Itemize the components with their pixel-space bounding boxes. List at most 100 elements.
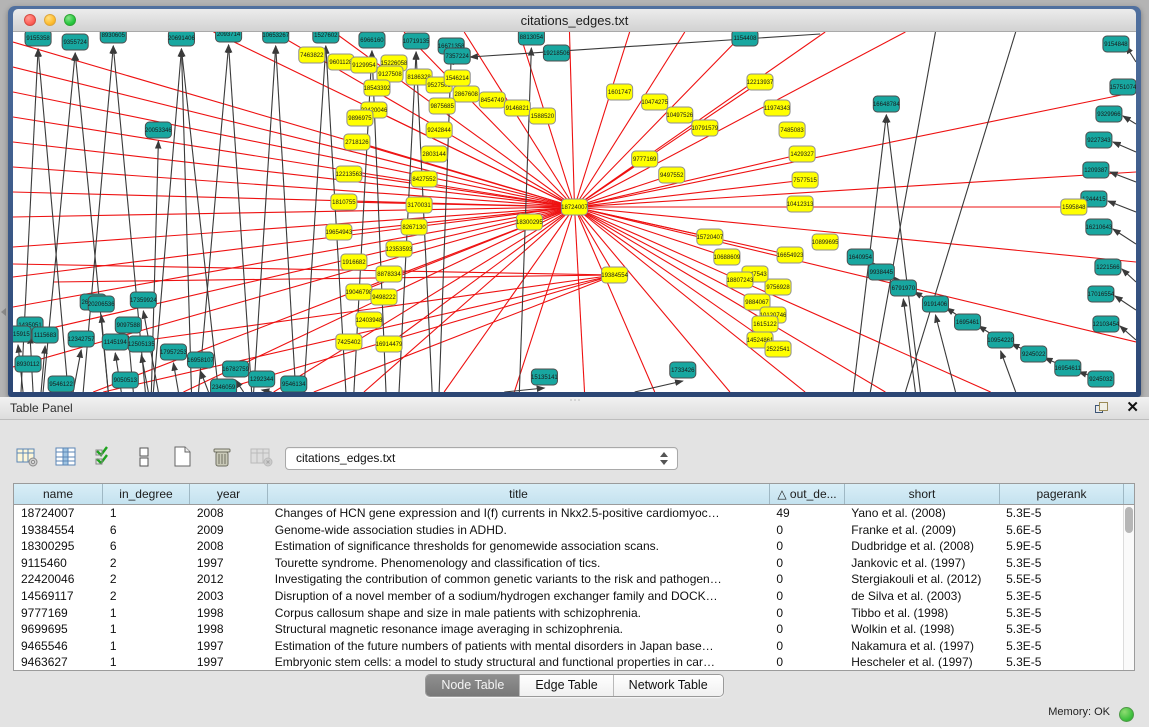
graph-edge[interactable] — [886, 115, 920, 392]
show-column-button[interactable] — [53, 444, 79, 470]
graph-edge[interactable] — [262, 390, 272, 392]
graph-edge[interactable] — [173, 363, 178, 392]
tab-node-table[interactable]: Node Table — [426, 675, 520, 696]
graph-edge[interactable] — [13, 207, 575, 277]
table-row[interactable]: 946362711997Embryonic stem cells: a mode… — [14, 654, 1123, 671]
minimize-window-icon[interactable] — [44, 14, 56, 26]
graph-edge[interactable] — [13, 92, 575, 207]
tab-network-table[interactable]: Network Table — [614, 675, 723, 696]
graph-node-label: 1601747 — [608, 90, 632, 96]
table-row[interactable]: 1456911722003Disruption of a novel membe… — [14, 588, 1123, 605]
graph-edge[interactable] — [575, 154, 803, 207]
graph-node-label: 9242844 — [427, 128, 451, 134]
delete-column-button[interactable] — [209, 444, 235, 470]
graph-edge[interactable] — [201, 371, 209, 392]
new-column-button[interactable] — [170, 444, 196, 470]
graph-node-label: 7463822 — [300, 53, 324, 59]
graph-edge[interactable] — [575, 32, 906, 207]
collapse-panel-arrow-icon[interactable] — [1, 308, 6, 316]
network-canvas-svg[interactable]: 9155358935572489306052069140620937141065… — [13, 32, 1136, 392]
graph-node-label: 9601128 — [329, 60, 353, 66]
tab-edge-table[interactable]: Edge Table — [520, 675, 613, 696]
graph-edge[interactable] — [276, 46, 296, 392]
zoom-window-icon[interactable] — [64, 14, 76, 26]
table-selector-dropdown[interactable]: citations_edges.txt — [285, 447, 678, 470]
graph-edge[interactable] — [935, 315, 955, 392]
graph-edge[interactable] — [41, 346, 45, 392]
graph-node-label: 20053346 — [145, 128, 172, 134]
graph-edge[interactable] — [1113, 142, 1136, 152]
graph-edge[interactable] — [575, 32, 630, 207]
graph-edge[interactable] — [1122, 269, 1136, 282]
column-header-out_de[interactable]: △ out_de... — [770, 484, 845, 504]
close-panel-icon[interactable]: ✕ — [1126, 401, 1139, 415]
column-header-name[interactable]: name — [14, 484, 103, 504]
table-row[interactable]: 946554611997Estimation of the future num… — [14, 638, 1123, 655]
graph-edge[interactable] — [13, 264, 615, 275]
table-header-row: namein_degreeyeartitle△ out_de...shortpa… — [14, 484, 1134, 505]
graph-edge[interactable] — [357, 142, 575, 207]
graph-edge[interactable] — [229, 45, 252, 392]
close-window-icon[interactable] — [24, 14, 36, 26]
column-header-title[interactable]: title — [268, 484, 770, 504]
graph-edge[interactable] — [153, 49, 181, 392]
column-header-short[interactable]: short — [845, 484, 1000, 504]
network-view-window: citations_edges.txt 91553589355724893060… — [8, 6, 1141, 397]
graph-edge[interactable] — [575, 207, 791, 255]
table-scrollbar[interactable] — [1123, 505, 1134, 670]
table-cell: 5.6E-5 — [999, 522, 1123, 539]
table-cell: 1 — [103, 505, 190, 522]
graph-node-label: 7357224 — [445, 54, 469, 60]
graph-edge[interactable] — [635, 381, 683, 392]
network-canvas[interactable]: 9155358935572489306052069140620937141065… — [13, 32, 1136, 392]
table-cell: 9777169 — [14, 605, 103, 622]
row-height-button[interactable] — [131, 444, 157, 470]
table-cell: de Silva et al. (2003) — [844, 588, 999, 605]
network-window-titlebar[interactable]: citations_edges.txt — [13, 9, 1136, 32]
column-header-year[interactable]: year — [190, 484, 268, 504]
graph-edge[interactable] — [575, 207, 585, 392]
memory-status-indicator[interactable] — [1119, 707, 1134, 722]
graph-edge[interactable] — [575, 207, 886, 392]
table-cell: 1997 — [190, 555, 268, 572]
graph-edge[interactable] — [13, 142, 575, 207]
graph-edge[interactable] — [101, 315, 108, 392]
scrollbar-thumb[interactable] — [1125, 507, 1133, 533]
column-header-in_degree[interactable]: in_degree — [103, 484, 190, 504]
graph-edge[interactable] — [1115, 296, 1136, 310]
table-row[interactable]: 1938455462009Genome-wide association stu… — [14, 522, 1123, 539]
table-cell: Yano et al. (2008) — [844, 505, 999, 522]
graph-edge[interactable] — [1113, 229, 1136, 244]
graph-edge[interactable] — [514, 207, 574, 392]
graph-edge[interactable] — [504, 388, 544, 392]
table-row[interactable]: 969969511998Structural magnetic resonanc… — [14, 621, 1123, 638]
table-settings-button[interactable] — [14, 444, 40, 470]
float-panel-icon[interactable] — [1095, 402, 1110, 415]
graph-edge[interactable] — [13, 67, 575, 207]
graph-edge[interactable] — [1001, 351, 1016, 392]
graph-edge[interactable] — [1120, 326, 1136, 340]
graph-edge[interactable] — [1123, 116, 1136, 124]
table-row[interactable]: 1830029562008Estimation of significance … — [14, 538, 1123, 555]
splitter-handle[interactable] — [569, 398, 581, 402]
table-row[interactable]: 2242004622012Investigating the contribut… — [14, 571, 1123, 588]
graph-node-label: 1154408 — [733, 36, 757, 42]
graph-edge[interactable] — [569, 32, 574, 207]
graph-edge[interactable] — [1110, 172, 1136, 182]
graph-edge[interactable] — [870, 32, 935, 392]
table-cell: 18300295 — [14, 538, 103, 555]
graph-edge[interactable] — [1108, 201, 1136, 212]
table-row[interactable]: 1872400712008Changes of HCN gene express… — [14, 505, 1123, 522]
table-row[interactable]: 911546021997Tourette syndrome. Phenomeno… — [14, 555, 1123, 572]
delete-table-button[interactable] — [248, 444, 274, 470]
graph-edge[interactable] — [13, 117, 575, 207]
graph-edge[interactable] — [304, 46, 326, 392]
graph-node-label: 8427552 — [412, 177, 436, 183]
graph-edge[interactable] — [254, 46, 276, 392]
select-all-button[interactable] — [92, 444, 118, 470]
table-cell: 2008 — [190, 505, 268, 522]
graph-edge[interactable] — [13, 167, 575, 207]
graph-edge[interactable] — [198, 45, 228, 392]
table-row[interactable]: 977716911998Corpus callosum shape and si… — [14, 605, 1123, 622]
column-header-pagerank[interactable]: pagerank — [1000, 484, 1124, 504]
